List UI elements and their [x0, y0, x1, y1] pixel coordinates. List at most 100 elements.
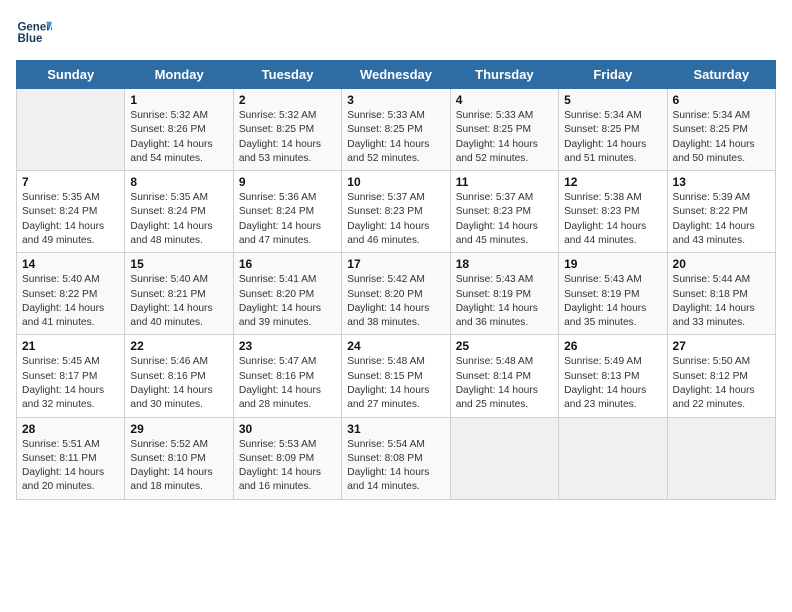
day-number: 6: [673, 93, 770, 107]
week-row-5: 28 Sunrise: 5:51 AM Sunset: 8:11 PM Dayli…: [17, 417, 776, 499]
day-info: Sunrise: 5:39 AM Sunset: 8:22 PM Dayligh…: [673, 191, 770, 248]
svg-text:Blue: Blue: [17, 33, 43, 45]
day-info: Sunrise: 5:51 AM Sunset: 8:11 PM Dayligh…: [22, 438, 119, 495]
day-number: 30: [239, 422, 336, 436]
calendar-cell: 24Sunrise: 5:48 AM Sunset: 8:15 PM Dayli…: [342, 335, 450, 417]
calendar-cell: 18 Sunrise: 5:43 AM Sunset: 8:19 PM Dayli…: [450, 253, 558, 335]
calendar-cell: 25Sunrise: 5:48 AM Sunset: 8:14 PM Dayli…: [450, 335, 558, 417]
calendar-cell: [17, 89, 125, 171]
day-info: Sunrise: 5:40 AM Sunset: 8:22 PM Dayligh…: [22, 273, 119, 330]
day-number: 16: [239, 257, 336, 271]
week-row-4: 21 Sunrise: 5:45 AM Sunset: 8:17 PM Dayli…: [17, 335, 776, 417]
calendar-cell: 16 Sunrise: 5:41 AM Sunset: 8:20 PM Dayli…: [233, 253, 341, 335]
calendar-body: 1Sunrise: 5:32 AM Sunset: 8:26 PM Daylig…: [17, 89, 776, 500]
calendar-cell: 1Sunrise: 5:32 AM Sunset: 8:26 PM Daylig…: [125, 89, 233, 171]
day-header-monday: Monday: [125, 61, 233, 89]
day-info: Sunrise: 5:41 AM Sunset: 8:20 PM Dayligh…: [239, 273, 336, 330]
day-number: 20: [673, 257, 770, 271]
day-number: 22: [130, 339, 227, 353]
calendar-cell: 26 Sunrise: 5:49 AM Sunset: 8:13 PM Dayli…: [559, 335, 667, 417]
day-number: 23: [239, 339, 336, 353]
calendar-cell: 17 Sunrise: 5:42 AM Sunset: 8:20 PM Dayli…: [342, 253, 450, 335]
calendar-cell: 21 Sunrise: 5:45 AM Sunset: 8:17 PM Dayli…: [17, 335, 125, 417]
week-row-3: 14 Sunrise: 5:40 AM Sunset: 8:22 PM Dayli…: [17, 253, 776, 335]
header: General Blue: [16, 16, 776, 52]
day-header-sunday: Sunday: [17, 61, 125, 89]
calendar-cell: 11 Sunrise: 5:37 AM Sunset: 8:23 PM Dayli…: [450, 171, 558, 253]
day-number: 21: [22, 339, 119, 353]
calendar-cell: 13 Sunrise: 5:39 AM Sunset: 8:22 PM Dayli…: [667, 171, 775, 253]
calendar-cell: 31 Sunrise: 5:54 AM Sunset: 8:08 PM Dayli…: [342, 417, 450, 499]
day-number: 31: [347, 422, 444, 436]
day-number: 7: [22, 175, 119, 189]
calendar-cell: 6 Sunrise: 5:34 AM Sunset: 8:25 PM Daylig…: [667, 89, 775, 171]
day-info: Sunrise: 5:49 AM Sunset: 8:13 PM Dayligh…: [564, 355, 661, 412]
day-number: 1: [130, 93, 227, 107]
calendar-cell: 19 Sunrise: 5:43 AM Sunset: 8:19 PM Dayli…: [559, 253, 667, 335]
day-header-thursday: Thursday: [450, 61, 558, 89]
day-info: Sunrise: 5:44 AM Sunset: 8:18 PM Dayligh…: [673, 273, 770, 330]
day-info: Sunrise: 5:45 AM Sunset: 8:17 PM Dayligh…: [22, 355, 119, 412]
day-info: Sunrise: 5:54 AM Sunset: 8:08 PM Dayligh…: [347, 438, 444, 495]
calendar-cell: [450, 417, 558, 499]
day-info: Sunrise: 5:36 AM Sunset: 8:24 PM Dayligh…: [239, 191, 336, 248]
week-row-2: 7 Sunrise: 5:35 AM Sunset: 8:24 PM Daylig…: [17, 171, 776, 253]
day-info: Sunrise: 5:48 AM Sunset: 8:15 PM Dayligh…: [347, 355, 444, 412]
day-info: Sunrise: 5:52 AM Sunset: 8:10 PM Dayligh…: [130, 438, 227, 495]
day-number: 18: [456, 257, 553, 271]
calendar-cell: 14 Sunrise: 5:40 AM Sunset: 8:22 PM Dayli…: [17, 253, 125, 335]
calendar-cell: [667, 417, 775, 499]
day-info: Sunrise: 5:46 AM Sunset: 8:16 PM Dayligh…: [130, 355, 227, 412]
day-info: Sunrise: 5:43 AM Sunset: 8:19 PM Dayligh…: [456, 273, 553, 330]
day-info: Sunrise: 5:35 AM Sunset: 8:24 PM Dayligh…: [22, 191, 119, 248]
day-info: Sunrise: 5:43 AM Sunset: 8:19 PM Dayligh…: [564, 273, 661, 330]
week-row-1: 1Sunrise: 5:32 AM Sunset: 8:26 PM Daylig…: [17, 89, 776, 171]
day-info: Sunrise: 5:37 AM Sunset: 8:23 PM Dayligh…: [347, 191, 444, 248]
days-header-row: SundayMondayTuesdayWednesdayThursdayFrid…: [17, 61, 776, 89]
day-info: Sunrise: 5:33 AM Sunset: 8:25 PM Dayligh…: [347, 109, 444, 166]
day-info: Sunrise: 5:34 AM Sunset: 8:25 PM Dayligh…: [673, 109, 770, 166]
logo-icon: General Blue: [16, 16, 52, 52]
day-header-tuesday: Tuesday: [233, 61, 341, 89]
day-number: 3: [347, 93, 444, 107]
calendar-cell: 22 Sunrise: 5:46 AM Sunset: 8:16 PM Dayli…: [125, 335, 233, 417]
day-header-friday: Friday: [559, 61, 667, 89]
day-number: 13: [673, 175, 770, 189]
calendar-table: SundayMondayTuesdayWednesdayThursdayFrid…: [16, 60, 776, 500]
calendar-cell: 27Sunrise: 5:50 AM Sunset: 8:12 PM Dayli…: [667, 335, 775, 417]
calendar-cell: 2Sunrise: 5:32 AM Sunset: 8:25 PM Daylig…: [233, 89, 341, 171]
day-number: 9: [239, 175, 336, 189]
calendar-cell: 8 Sunrise: 5:35 AM Sunset: 8:24 PM Daylig…: [125, 171, 233, 253]
calendar-cell: 5Sunrise: 5:34 AM Sunset: 8:25 PM Daylig…: [559, 89, 667, 171]
calendar-cell: [559, 417, 667, 499]
day-number: 25: [456, 339, 553, 353]
day-info: Sunrise: 5:38 AM Sunset: 8:23 PM Dayligh…: [564, 191, 661, 248]
day-number: 4: [456, 93, 553, 107]
calendar-cell: 9 Sunrise: 5:36 AM Sunset: 8:24 PM Daylig…: [233, 171, 341, 253]
calendar-cell: 12Sunrise: 5:38 AM Sunset: 8:23 PM Dayli…: [559, 171, 667, 253]
calendar-cell: 23 Sunrise: 5:47 AM Sunset: 8:16 PM Dayli…: [233, 335, 341, 417]
day-number: 28: [22, 422, 119, 436]
day-number: 14: [22, 257, 119, 271]
day-number: 10: [347, 175, 444, 189]
calendar-cell: 7 Sunrise: 5:35 AM Sunset: 8:24 PM Daylig…: [17, 171, 125, 253]
day-number: 2: [239, 93, 336, 107]
calendar-cell: 10 Sunrise: 5:37 AM Sunset: 8:23 PM Dayli…: [342, 171, 450, 253]
day-number: 11: [456, 175, 553, 189]
day-number: 19: [564, 257, 661, 271]
calendar-cell: 29 Sunrise: 5:52 AM Sunset: 8:10 PM Dayli…: [125, 417, 233, 499]
day-info: Sunrise: 5:42 AM Sunset: 8:20 PM Dayligh…: [347, 273, 444, 330]
day-info: Sunrise: 5:34 AM Sunset: 8:25 PM Dayligh…: [564, 109, 661, 166]
day-info: Sunrise: 5:37 AM Sunset: 8:23 PM Dayligh…: [456, 191, 553, 248]
calendar-cell: 4 Sunrise: 5:33 AM Sunset: 8:25 PM Daylig…: [450, 89, 558, 171]
day-number: 17: [347, 257, 444, 271]
day-number: 27: [673, 339, 770, 353]
day-info: Sunrise: 5:35 AM Sunset: 8:24 PM Dayligh…: [130, 191, 227, 248]
logo: General Blue: [16, 16, 52, 52]
day-info: Sunrise: 5:47 AM Sunset: 8:16 PM Dayligh…: [239, 355, 336, 412]
day-number: 8: [130, 175, 227, 189]
day-number: 29: [130, 422, 227, 436]
day-info: Sunrise: 5:33 AM Sunset: 8:25 PM Dayligh…: [456, 109, 553, 166]
calendar-cell: 3 Sunrise: 5:33 AM Sunset: 8:25 PM Daylig…: [342, 89, 450, 171]
day-number: 26: [564, 339, 661, 353]
